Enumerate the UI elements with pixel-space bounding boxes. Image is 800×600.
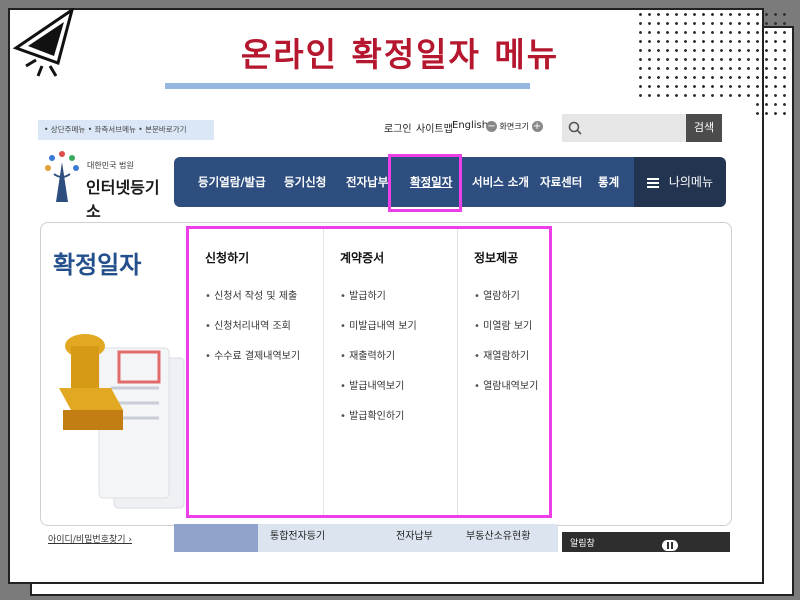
logo-subtitle: 대한민국 법원	[87, 161, 134, 170]
notice-pagination: 1 2 3 4	[662, 536, 678, 551]
bottom-tab-property[interactable]: 부동산소유현황	[466, 527, 530, 542]
fixed-date-submenu: 신청하기 신청서 작성 및 제출 신청처리내역 조회 수수료 결제내역보기 계약…	[186, 226, 552, 518]
logo-title: 인터넷등기소	[86, 178, 160, 221]
submenu-list: 신청서 작성 및 제출 신청처리내역 조회 수수료 결제내역보기	[205, 287, 300, 377]
submenu-list: 발급하기 미발급내역 보기 재출력하기 발급내역보기 발급확인하기	[340, 287, 417, 437]
sitemap-link[interactable]: 사이트맵	[416, 120, 453, 135]
court-emblem-icon	[45, 151, 79, 202]
search-icon	[568, 121, 582, 135]
nav-item-e-payment[interactable]: 전자납부	[346, 157, 388, 207]
panel-title: 확정일자	[53, 251, 142, 279]
my-menu-label: 나의메뉴	[668, 175, 713, 189]
search-input[interactable]	[562, 114, 686, 142]
column-heading: 계약증서	[340, 251, 385, 265]
pause-icon[interactable]	[662, 540, 678, 551]
stamp-illustration-icon	[59, 334, 185, 509]
site-logo[interactable]: 대한민국 법원 인터넷등기소	[42, 150, 172, 221]
zoom-label: 화면크기	[499, 122, 529, 131]
website-screenshot: • 상단주메뉴 • 좌측서브메뉴 • 본문바로가기 로그인 사이트맵 Engli…	[34, 102, 752, 552]
submenu-column-apply: 신청하기 신청서 작성 및 제출 신청처리내역 조회 수수료 결제내역보기	[189, 229, 323, 515]
bottom-tab-e-payment[interactable]: 전자납부	[396, 527, 433, 542]
zoom-in-icon[interactable]: +	[531, 121, 543, 132]
bottom-tab-row: 통합전자등기 전자납부 부동산소유현황	[258, 524, 558, 552]
nav-item-statistics[interactable]: 통계	[598, 157, 619, 207]
submenu-item-issue[interactable]: 발급하기	[340, 287, 417, 317]
submenu-item-view-history[interactable]: 열람내역보기	[474, 377, 538, 407]
column-heading: 신청하기	[205, 251, 250, 265]
search-button[interactable]: 검색	[686, 114, 722, 142]
skip-links[interactable]: • 상단주메뉴 • 좌측서브메뉴 • 본문바로가기	[38, 120, 214, 140]
submenu-item-write-submit[interactable]: 신청서 작성 및 제출	[205, 287, 300, 317]
bottom-blue-tab	[174, 524, 258, 552]
login-link[interactable]: 로그인	[384, 120, 412, 135]
nav-item-register-view[interactable]: 등기열람/발급	[198, 157, 266, 207]
nav-item-service-intro[interactable]: 서비스 소개	[472, 157, 529, 207]
zoom-control: − 화면크기 +	[486, 121, 543, 132]
notice-bar: 알림창 1 2 3 4	[562, 532, 730, 552]
nav-item-data-center[interactable]: 자료센터	[540, 157, 582, 207]
submenu-item-unissued[interactable]: 미발급내역 보기	[340, 317, 417, 347]
submenu-item-view[interactable]: 열람하기	[474, 287, 538, 317]
submenu-item-process-history[interactable]: 신청처리내역 조회	[205, 317, 300, 347]
submenu-column-info: 정보제공 열람하기 미열람 보기 재열람하기 열람내역보기	[457, 229, 550, 515]
bottom-tab-integrated[interactable]: 통합전자등기	[270, 527, 325, 542]
slide-title: 온라인 확정일자 메뉴	[240, 35, 560, 74]
english-link[interactable]: English	[452, 120, 488, 131]
active-tab-highlight	[388, 154, 462, 212]
zoom-out-icon[interactable]: −	[486, 121, 497, 132]
bottom-strip: 아이디/비밀번호찾기 › 통합전자등기 전자납부 부동산소유현황 알림창 1 2…	[40, 524, 730, 552]
hamburger-icon	[647, 177, 659, 188]
submenu-item-unviewed[interactable]: 미열람 보기	[474, 317, 538, 347]
title-accent-bar	[165, 83, 530, 89]
submenu-column-contract: 계약증서 발급하기 미발급내역 보기 재출력하기 발급내역보기 발급확인하기	[323, 229, 458, 515]
find-account-link[interactable]: 아이디/비밀번호찾기 ›	[48, 532, 132, 545]
column-heading: 정보제공	[474, 251, 519, 265]
my-menu-button[interactable]: 나의메뉴	[634, 157, 726, 207]
submenu-item-issue-verify[interactable]: 발급확인하기	[340, 407, 417, 437]
submenu-item-review[interactable]: 재열람하기	[474, 347, 538, 377]
submenu-item-issue-history[interactable]: 발급내역보기	[340, 377, 417, 407]
nav-item-register-apply[interactable]: 등기신청	[284, 157, 326, 207]
submenu-item-reprint[interactable]: 재출력하기	[340, 347, 417, 377]
submenu-list: 열람하기 미열람 보기 재열람하기 열람내역보기	[474, 287, 538, 407]
submenu-item-fee-history[interactable]: 수수료 결제내역보기	[205, 347, 300, 377]
notice-label: 알림창	[570, 539, 595, 549]
